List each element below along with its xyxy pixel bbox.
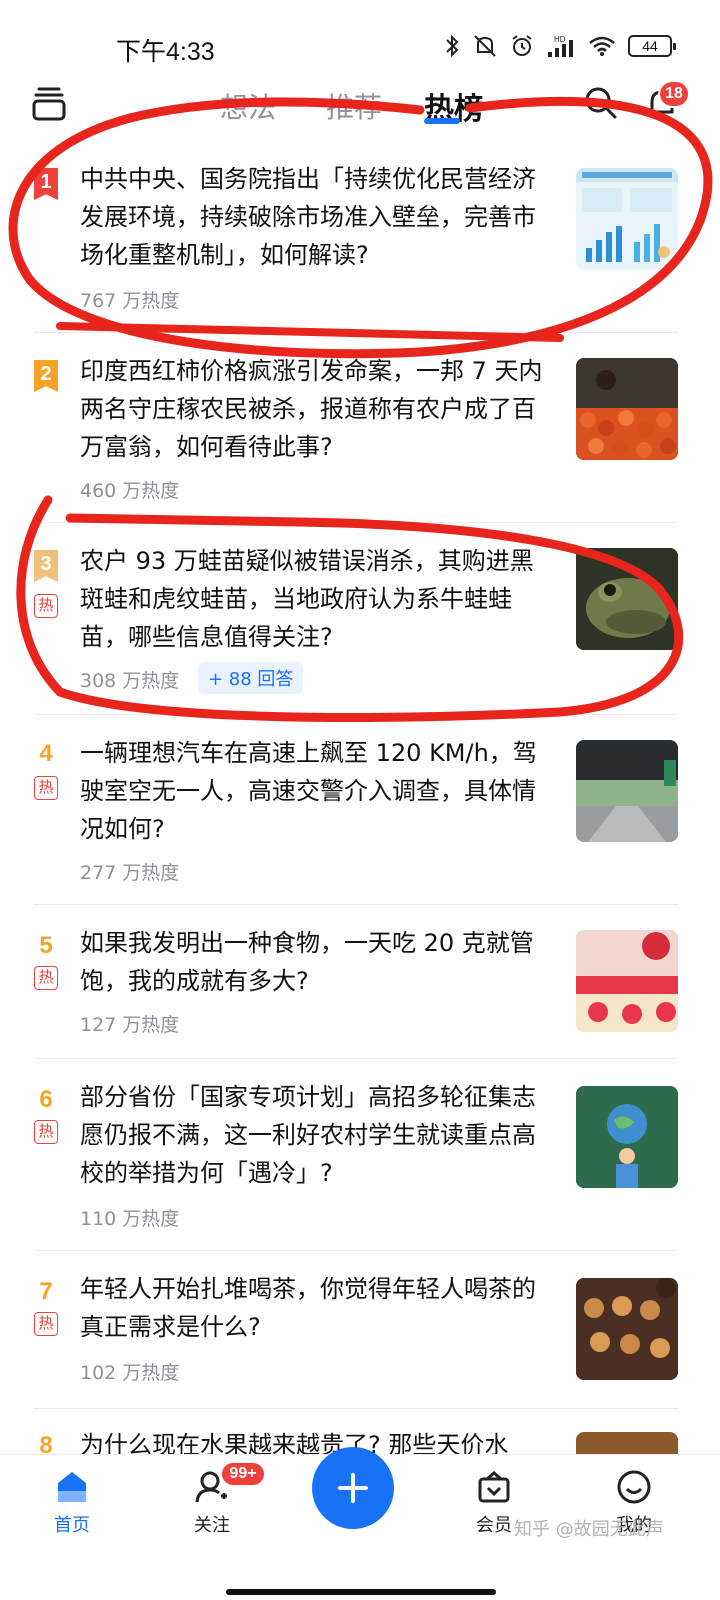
student-globe-image[interactable] xyxy=(576,1086,678,1188)
hot-list-item[interactable]: 1 中共中央、国务院指出「持续优化民营经济发展环境，持续破除市场准入壁垒，完善市… xyxy=(0,150,720,330)
divider xyxy=(34,714,678,715)
item-heat: 460 万热度 xyxy=(80,480,180,502)
hot-tag: 热 xyxy=(34,776,58,800)
signal-icon: HD xyxy=(548,35,573,57)
hot-list-item[interactable]: 5 热 如果我发明出一种食物，一天吃 20 克就管饱，我的成就有多大? 127 … xyxy=(0,914,720,1058)
item-title[interactable]: 中共中央、国务院指出「持续优化民营经济发展环境，持续破除市场准入壁垒，完善市场化… xyxy=(80,160,556,274)
bluetooth-icon xyxy=(446,34,459,58)
tea-image[interactable] xyxy=(576,1278,678,1380)
item-title[interactable]: 农户 93 万蛙苗疑似被错误消杀，其购进黑斑蛙和虎纹蛙苗，当地政府认为系牛蛙蛙苗… xyxy=(80,542,556,656)
economy-chart-image[interactable] xyxy=(576,168,678,270)
battery-indicator: 44 xyxy=(628,35,676,57)
home-icon xyxy=(58,1472,86,1502)
active-tab-underline xyxy=(424,118,460,124)
tomato-image[interactable] xyxy=(576,358,678,460)
nav-follow-label: 关注 xyxy=(194,1515,230,1536)
rank-badge: 1 xyxy=(34,168,58,200)
rank-number: 6 xyxy=(39,1086,53,1113)
nav-home-label: 首页 xyxy=(54,1515,90,1536)
rank-number: 5 xyxy=(39,932,53,959)
divider xyxy=(34,904,678,905)
hot-tag: 热 xyxy=(34,1312,58,1336)
divider xyxy=(34,1408,678,1409)
divider xyxy=(34,1058,678,1059)
member-icon xyxy=(478,1471,510,1503)
item-heat: 308 万热度 xyxy=(80,670,180,692)
hot-list-item[interactable]: 3 热 农户 93 万蛙苗疑似被错误消杀，其购进黑斑蛙和虎纹蛙苗，当地政府认为系… xyxy=(0,532,720,712)
status-icons: HD 44 xyxy=(444,34,676,58)
notification-badge: 18 xyxy=(658,80,690,108)
frog-image[interactable] xyxy=(576,548,678,650)
fruit-image[interactable] xyxy=(576,1432,678,1454)
status-time: 下午4:33 xyxy=(116,38,215,66)
item-title[interactable]: 如果我发明出一种食物，一天吃 20 克就管饱，我的成就有多大? xyxy=(80,924,556,1000)
nav-follow[interactable]: 99+ 关注 xyxy=(180,1455,266,1545)
item-title[interactable]: 一辆理想汽车在高速上飙至 120 KM/h，驾驶室空无一人，高速交警介入调查，具… xyxy=(80,734,556,848)
hot-list-item[interactable]: 4 热 一辆理想汽车在高速上飙至 120 KM/h，驾驶室空无一人，高速交警介入… xyxy=(0,724,720,904)
status-bar: 下午4:33 HD 44 xyxy=(0,0,720,90)
highway-image[interactable] xyxy=(576,740,678,842)
rank-number: 8 xyxy=(39,1432,53,1454)
signal-hd-label: HD xyxy=(554,35,566,44)
wifi-icon xyxy=(589,36,615,56)
bottom-nav: 首页 99+ 关注 会员 我的 知乎 @故园无此声 xyxy=(0,1447,720,1600)
rank-badge: 2 xyxy=(34,360,58,392)
rank-number: 7 xyxy=(39,1278,53,1305)
hot-list-item[interactable]: 6 热 部分省份「国家专项计划」高招多轮征集志愿仍报不满，这一利好农村学生就读重… xyxy=(0,1068,720,1250)
rank-badge: 3 xyxy=(34,550,58,582)
alarm-icon xyxy=(512,35,532,56)
item-title[interactable]: 年轻人开始扎堆喝茶，你觉得年轻人喝茶的真正需求是什么? xyxy=(80,1270,556,1346)
item-heat: 102 万热度 xyxy=(80,1362,180,1384)
hot-list-item[interactable]: 2 印度西红柿价格疯涨引发命案，一邦 7 天内两名守庄稼农民被杀，报道称有农户成… xyxy=(0,342,720,522)
divider xyxy=(34,1250,678,1251)
tab-recommend[interactable]: 推荐 xyxy=(326,86,382,126)
hot-tag: 热 xyxy=(34,594,58,618)
nav-home[interactable]: 首页 xyxy=(40,1455,104,1545)
hot-list-item[interactable]: 7 热 年轻人开始扎堆喝茶，你觉得年轻人喝茶的真正需求是什么? 102 万热度 xyxy=(0,1260,720,1406)
item-title[interactable]: 部分省份「国家专项计划」高招多轮征集志愿仍报不满，这一利好农村学生就读重点高校的… xyxy=(80,1078,556,1192)
watermark: 知乎 @故园无此声 xyxy=(514,1519,664,1540)
search-icon[interactable] xyxy=(584,86,618,120)
hot-tag: 热 xyxy=(34,966,58,990)
item-heat: 127 万热度 xyxy=(80,1014,180,1036)
divider xyxy=(34,332,678,333)
profile-icon xyxy=(617,1470,651,1504)
item-title[interactable]: 为什么现在水果越来越贵了? 那些天价水 xyxy=(80,1426,556,1454)
item-heat: 110 万热度 xyxy=(80,1208,180,1230)
answer-count-chip[interactable]: + 88 回答 xyxy=(198,662,304,694)
divider xyxy=(34,522,678,523)
home-indicator[interactable] xyxy=(226,1589,496,1595)
create-button[interactable] xyxy=(312,1447,394,1529)
hot-tag: 热 xyxy=(34,1120,58,1144)
mute-icon xyxy=(474,35,496,57)
drawer-icon[interactable] xyxy=(32,86,66,122)
cake-image[interactable] xyxy=(576,930,678,1032)
rank-number: 4 xyxy=(39,740,53,767)
plus-icon xyxy=(338,1473,368,1503)
follow-badge: 99+ xyxy=(220,1461,266,1487)
tab-ideas[interactable]: 想法 xyxy=(220,86,276,126)
item-title[interactable]: 印度西红柿价格疯涨引发命案，一邦 7 天内两名守庄稼农民被杀，报道称有农户成了百… xyxy=(80,352,556,466)
item-heat: 277 万热度 xyxy=(80,862,180,884)
item-heat: 767 万热度 xyxy=(80,290,180,312)
